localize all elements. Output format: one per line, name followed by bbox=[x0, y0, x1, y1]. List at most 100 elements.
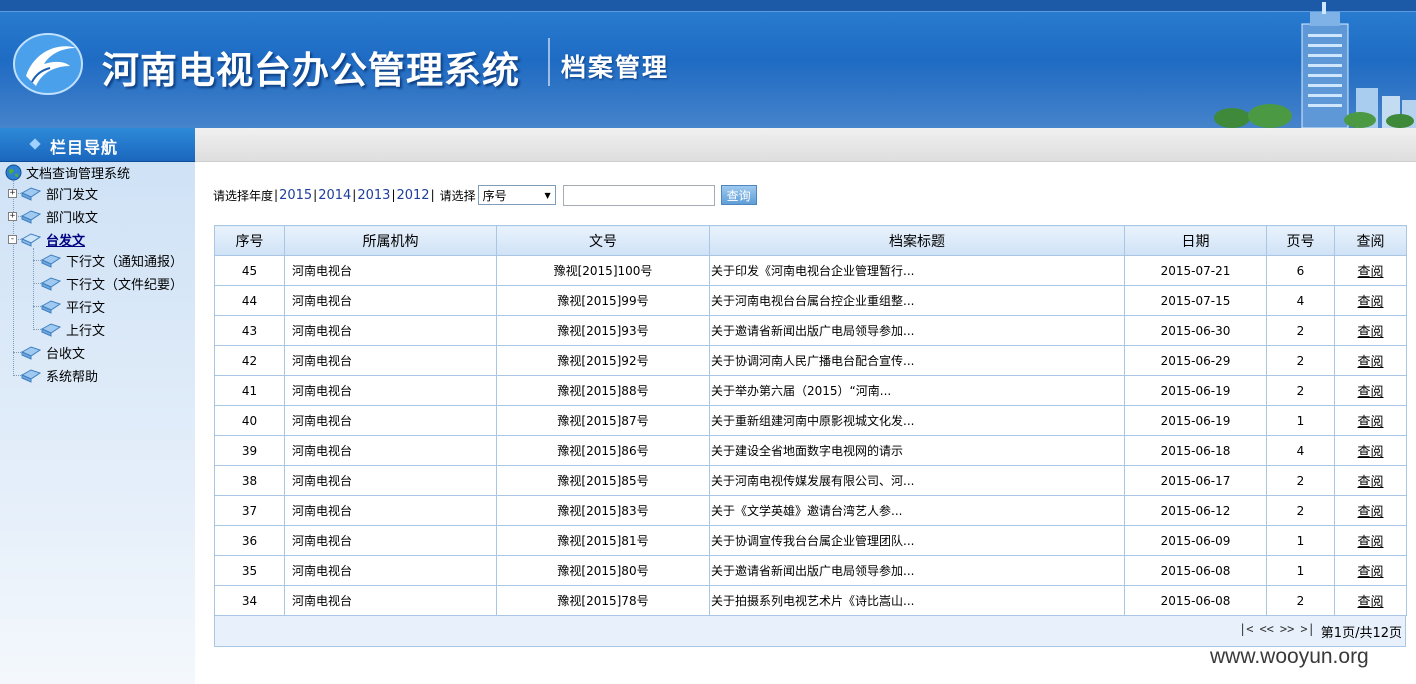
cell-title: 关于邀请省新闻出版广电局领导参加... bbox=[709, 315, 1125, 346]
table-row: 43 河南电视台 豫视[2015]93号 关于邀请省新闻出版广电局领导参加... 201… bbox=[214, 315, 1407, 346]
cell-date: 2015-06-19 bbox=[1124, 375, 1267, 406]
cell-view: 查阅 bbox=[1334, 585, 1407, 616]
cell-pages: 2 bbox=[1266, 585, 1335, 616]
cell-doc-number: 豫视[2015]88号 bbox=[496, 375, 710, 406]
cell-index: 34 bbox=[214, 585, 285, 616]
cell-date: 2015-06-18 bbox=[1124, 435, 1267, 466]
cell-org: 河南电视台 bbox=[284, 375, 497, 406]
header-banner: 河南电视台办公管理系统 档案管理 bbox=[0, 0, 1416, 128]
cell-index: 43 bbox=[214, 315, 285, 346]
sidebar-item-label: 下行文（通知通报） bbox=[66, 254, 184, 270]
cell-view: 查阅 bbox=[1334, 405, 1407, 436]
view-link[interactable]: 查阅 bbox=[1357, 595, 1383, 610]
sidebar-item-label: 部门收文 bbox=[46, 210, 99, 226]
cell-org: 河南电视台 bbox=[284, 525, 497, 556]
title-divider bbox=[548, 38, 550, 86]
cell-view: 查阅 bbox=[1334, 465, 1407, 496]
cell-title: 关于拍摄系列电视艺术片《诗比嵩山... bbox=[709, 585, 1125, 616]
sidebar-item-station-incoming[interactable]: 台收文 bbox=[20, 342, 85, 362]
book-icon bbox=[40, 300, 62, 314]
cell-title: 关于印发《河南电视台企业管理暂行... bbox=[709, 255, 1125, 286]
col-header-date: 日期 bbox=[1124, 225, 1267, 256]
cell-pages: 2 bbox=[1266, 315, 1335, 346]
cell-doc-number: 豫视[2015]92号 bbox=[496, 345, 710, 376]
nav-heading: 栏目导航 bbox=[50, 138, 119, 157]
year-link-2013[interactable]: 2013 bbox=[357, 188, 390, 203]
search-input[interactable] bbox=[562, 184, 715, 206]
cell-doc-number: 豫视[2015]85号 bbox=[496, 465, 710, 496]
cell-title: 关于重新组建河南中原影视城文化发... bbox=[709, 405, 1125, 436]
cell-index: 39 bbox=[214, 435, 285, 466]
view-link[interactable]: 查阅 bbox=[1357, 565, 1383, 580]
sidebar-item-down-notice[interactable]: 下行文（通知通报） bbox=[40, 250, 183, 270]
pager: |< << >> >| 第1页/共12页 bbox=[1239, 622, 1402, 641]
table-row: 35 河南电视台 豫视[2015]80号 关于邀请省新闻出版广电局领导参加... 201… bbox=[214, 555, 1407, 586]
expand-plus-icon[interactable]: + bbox=[8, 211, 17, 221]
table-row: 45 河南电视台 豫视[2015]100号 关于印发《河南电视台企业管理暂行... 20… bbox=[214, 255, 1407, 286]
book-icon bbox=[40, 254, 62, 268]
table-row: 34 河南电视台 豫视[2015]78号 关于拍摄系列电视艺术片《诗比嵩山... 201… bbox=[214, 585, 1407, 616]
pager-row: |< << >> >| 第1页/共12页 bbox=[214, 616, 1406, 647]
table-row: 40 河南电视台 豫视[2015]87号 关于重新组建河南中原影视城文化发... 201… bbox=[214, 405, 1407, 436]
sidebar-item-station-outgoing[interactable]: - 台发文 bbox=[8, 229, 85, 249]
sidebar-item-label: 平行文 bbox=[66, 300, 106, 316]
sidebar-item-down-minutes[interactable]: 下行文（文件纪要） bbox=[40, 273, 183, 293]
sidebar-item-label: 下行文（文件纪要） bbox=[66, 277, 184, 293]
cell-org: 河南电视台 bbox=[284, 585, 497, 616]
next-page-button[interactable]: >> bbox=[1280, 622, 1294, 641]
buildings-illustration-icon bbox=[1214, 2, 1416, 128]
sidebar-item-help[interactable]: 系统帮助 bbox=[20, 365, 98, 385]
sidebar-item-upward[interactable]: 上行文 bbox=[40, 319, 105, 339]
col-header-title: 档案标题 bbox=[709, 225, 1125, 256]
select-value: 序号 bbox=[482, 188, 507, 203]
view-link[interactable]: 查阅 bbox=[1357, 475, 1383, 490]
last-page-button[interactable]: >| bbox=[1300, 622, 1314, 641]
cell-view: 查阅 bbox=[1334, 525, 1407, 556]
view-link[interactable]: 查阅 bbox=[1357, 415, 1383, 430]
collapse-minus-icon[interactable]: - bbox=[8, 234, 17, 244]
cell-doc-number: 豫视[2015]83号 bbox=[496, 495, 710, 526]
view-link[interactable]: 查阅 bbox=[1357, 505, 1383, 520]
cell-pages: 2 bbox=[1266, 375, 1335, 406]
cell-org: 河南电视台 bbox=[284, 255, 497, 286]
view-link[interactable]: 查阅 bbox=[1357, 385, 1383, 400]
year-link-2014[interactable]: 2014 bbox=[318, 188, 351, 203]
year-link-2012[interactable]: 2012 bbox=[396, 188, 429, 203]
cell-index: 36 bbox=[214, 525, 285, 556]
cell-index: 38 bbox=[214, 465, 285, 496]
open-book-icon bbox=[20, 233, 42, 247]
view-link[interactable]: 查阅 bbox=[1357, 295, 1383, 310]
cell-date: 2015-06-08 bbox=[1124, 555, 1267, 586]
sidebar-item-dept-outgoing[interactable]: + 部门发文 bbox=[8, 183, 98, 203]
expand-plus-icon[interactable]: + bbox=[8, 188, 17, 198]
cell-view: 查阅 bbox=[1334, 375, 1407, 406]
page-status: 第1页/共12页 bbox=[1320, 626, 1402, 641]
view-link[interactable]: 查阅 bbox=[1357, 535, 1383, 550]
year-link-2015[interactable]: 2015 bbox=[279, 188, 312, 203]
cell-view: 查阅 bbox=[1334, 315, 1407, 346]
sidebar-item-parallel[interactable]: 平行文 bbox=[40, 296, 105, 316]
field-select[interactable]: 序号 ▼ bbox=[477, 185, 556, 205]
tv-station-logo-icon bbox=[13, 33, 83, 95]
cell-index: 35 bbox=[214, 555, 285, 586]
prev-page-button[interactable]: << bbox=[1259, 622, 1273, 641]
col-header-pages: 页号 bbox=[1266, 225, 1335, 256]
cell-org: 河南电视台 bbox=[284, 345, 497, 376]
content-top-bar bbox=[195, 128, 1416, 162]
view-link[interactable]: 查阅 bbox=[1357, 325, 1383, 340]
book-icon bbox=[20, 210, 42, 224]
view-link[interactable]: 查阅 bbox=[1357, 445, 1383, 460]
view-link[interactable]: 查阅 bbox=[1357, 265, 1383, 280]
cell-doc-number: 豫视[2015]100号 bbox=[496, 255, 710, 286]
system-title: 河南电视台办公管理系统 bbox=[102, 49, 520, 92]
search-button[interactable]: 查询 bbox=[720, 185, 757, 205]
tree-root[interactable]: 文档查询管理系统 bbox=[5, 162, 130, 182]
view-link[interactable]: 查阅 bbox=[1357, 355, 1383, 370]
cell-title: 关于《文学英雄》邀请台湾艺人参... bbox=[709, 495, 1125, 526]
sidebar-item-dept-incoming[interactable]: + 部门收文 bbox=[8, 206, 98, 226]
cell-view: 查阅 bbox=[1334, 435, 1407, 466]
sidebar-item-label: 上行文 bbox=[66, 323, 106, 339]
table-row: 42 河南电视台 豫视[2015]92号 关于协调河南人民广播电台配合宣传... 201… bbox=[214, 345, 1407, 376]
first-page-button[interactable]: |< bbox=[1239, 622, 1253, 641]
cell-org: 河南电视台 bbox=[284, 315, 497, 346]
